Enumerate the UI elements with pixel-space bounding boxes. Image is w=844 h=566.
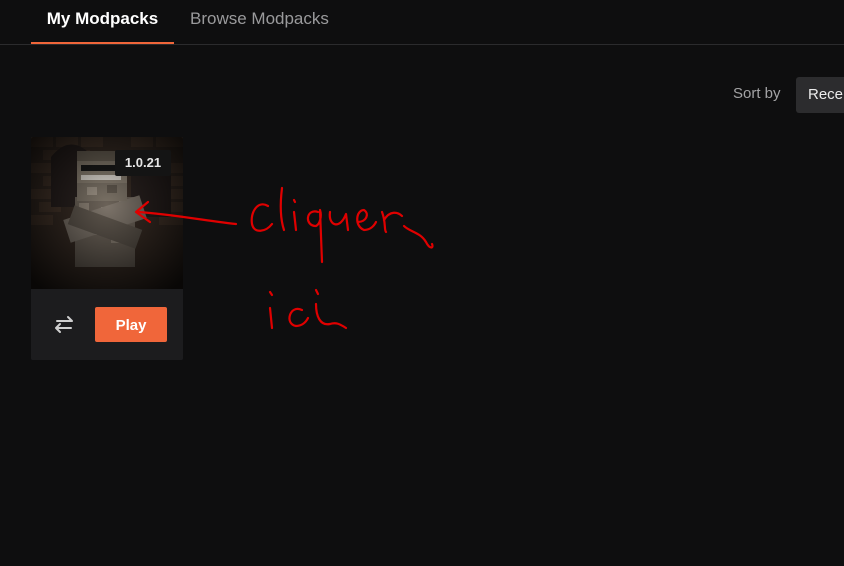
modpack-card: 1.0.21 Play xyxy=(31,137,183,360)
active-tab-indicator xyxy=(31,42,174,44)
card-footer: Play xyxy=(31,289,183,360)
tab-my-modpacks[interactable]: My Modpacks xyxy=(31,0,174,44)
version-badge: 1.0.21 xyxy=(115,150,171,176)
modpack-tabs: My Modpacks Browse Modpacks xyxy=(0,0,844,45)
tab-browse-modpacks-label: Browse Modpacks xyxy=(190,9,329,28)
sort-select[interactable]: Recent xyxy=(796,77,844,113)
play-button[interactable]: Play xyxy=(95,307,167,342)
sort-selected-value: Recent xyxy=(808,86,844,103)
modpack-thumbnail[interactable]: 1.0.21 xyxy=(31,137,183,289)
tab-browse-modpacks[interactable]: Browse Modpacks xyxy=(190,0,329,44)
swap-arrows-icon[interactable] xyxy=(51,313,77,335)
sort-label: Sort by xyxy=(733,85,781,102)
tab-my-modpacks-label: My Modpacks xyxy=(46,9,159,28)
app-window: My Modpacks Browse Modpacks Sort by Rece… xyxy=(0,0,844,566)
